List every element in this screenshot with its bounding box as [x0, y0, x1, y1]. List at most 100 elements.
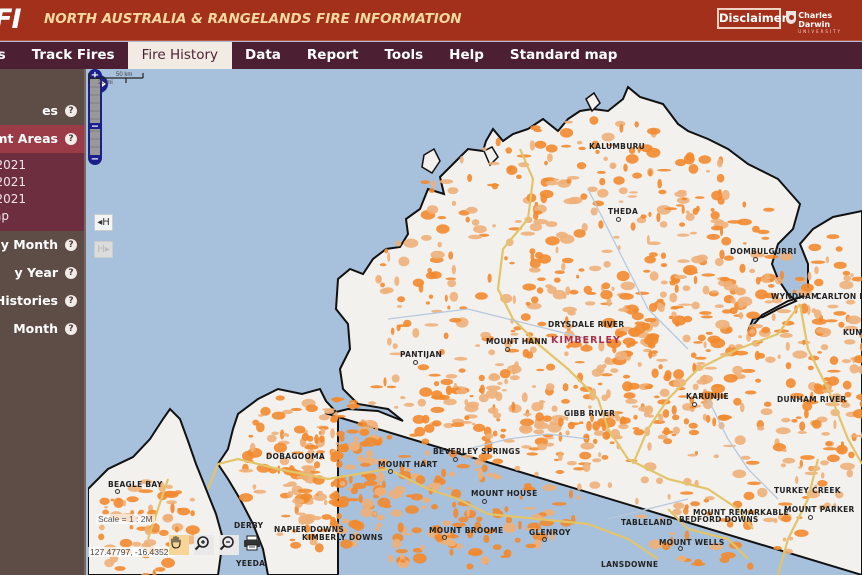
nav-fire-history[interactable]: Fire History — [127, 42, 232, 69]
fire-scar — [723, 255, 735, 261]
help-icon[interactable]: ? — [65, 267, 77, 279]
nav-report[interactable]: Report — [294, 42, 372, 69]
fire-scar — [825, 441, 833, 447]
place-label: MOUNT HOUSE — [471, 489, 538, 498]
fire-scar — [552, 502, 567, 506]
map-viewport[interactable]: KALUMBURU THEDA DOMBULGURRI WYNDHAM CARL… — [88, 69, 862, 575]
fire-scar — [681, 197, 688, 201]
university-logo[interactable]: Charles Darwin UNIVERSITY — [786, 11, 862, 35]
fire-scar — [504, 550, 509, 557]
fire-scar — [715, 319, 730, 330]
fire-scar — [827, 454, 840, 463]
fire-scar — [723, 444, 737, 448]
fire-scar — [580, 442, 595, 450]
sidebar-item-mgmt-areas[interactable]: mt Areas ? — [0, 125, 84, 153]
fire-scar — [717, 414, 732, 420]
cursor-coordinates: 127.47797, -16.43529 — [88, 547, 176, 557]
fire-scar — [591, 368, 603, 377]
zoom-in-tool[interactable] — [194, 535, 214, 555]
help-icon[interactable]: ? — [65, 105, 77, 117]
nav-standard-map[interactable]: Standard map — [497, 42, 631, 69]
sidebar-item-histories[interactable]: Histories ? — [0, 287, 84, 315]
fire-scar — [622, 374, 631, 379]
history-forward-button[interactable]: H▸ — [94, 241, 113, 258]
fire-scar — [761, 236, 770, 240]
nav-track-fires[interactable]: Track Fires — [19, 42, 128, 69]
fire-scar — [507, 165, 513, 172]
nav-help[interactable]: Help — [436, 42, 497, 69]
fire-scar — [449, 548, 454, 556]
pan-hand-tool[interactable] — [169, 535, 189, 555]
fire-scar — [497, 381, 503, 385]
place-label: BEAGLE BAY — [108, 480, 163, 489]
fire-scar — [336, 444, 349, 452]
fire-scar — [281, 514, 291, 518]
sidebar-item-label: mt Areas — [0, 131, 58, 146]
site-logo[interactable]: FI — [0, 4, 21, 35]
fire-scar — [482, 147, 487, 152]
fire-scar — [660, 263, 668, 268]
fire-scar — [592, 438, 598, 444]
sidebar-subitem[interactable]: - 2021 — [0, 174, 84, 191]
fire-scar — [394, 276, 400, 287]
fire-scar — [537, 277, 546, 281]
print-tool[interactable] — [243, 535, 263, 555]
sidebar-item-by-year[interactable]: y Year ? — [0, 259, 84, 287]
fire-scar — [336, 430, 345, 437]
nav-tools[interactable]: Tools — [372, 42, 437, 69]
fire-scar — [110, 498, 115, 502]
place-label: DUNHAM RIVER — [777, 395, 847, 404]
fire-scar — [380, 282, 385, 288]
fire-scar — [451, 200, 457, 206]
fire-scar — [738, 335, 742, 339]
fire-scar — [376, 514, 386, 521]
fire-scar — [569, 289, 579, 295]
help-icon[interactable]: ? — [65, 295, 77, 307]
fire-scar — [353, 436, 359, 441]
fire-scar — [448, 251, 454, 260]
sidebar-item-month[interactable]: Month ? — [0, 315, 84, 343]
fire-scar — [531, 385, 537, 388]
fire-scar — [559, 234, 575, 244]
zoom-out-tool[interactable] — [219, 535, 239, 555]
help-icon[interactable]: ? — [65, 323, 77, 335]
fire-scar — [331, 397, 345, 402]
fire-scar — [623, 163, 628, 172]
fire-scar — [743, 242, 747, 245]
sidebar-subitem[interactable]: ap — [0, 208, 84, 225]
fire-scar — [446, 540, 457, 547]
fire-scar — [659, 291, 667, 298]
sidebar-subitem[interactable]: - 2021 — [0, 191, 84, 208]
fire-scar — [544, 160, 548, 166]
fire-scar — [705, 414, 711, 423]
fire-scar — [523, 507, 537, 510]
nav-data[interactable]: Data — [232, 42, 294, 69]
fire-scar — [719, 249, 725, 260]
fire-scar — [561, 399, 570, 404]
fire-scar — [459, 156, 464, 164]
disclaimer-button[interactable]: Disclaimer — [717, 8, 787, 29]
fire-scar — [555, 246, 559, 254]
help-icon[interactable]: ? — [65, 239, 77, 251]
fire-scar — [663, 373, 671, 382]
history-back-button[interactable]: ◂H — [94, 214, 113, 231]
help-icon[interactable]: ? — [65, 133, 77, 145]
fire-scar — [433, 381, 440, 387]
fire-scar — [390, 509, 402, 517]
fire-scar — [765, 356, 776, 363]
sidebar-item-by-month[interactable]: y Month ? — [0, 231, 84, 259]
nav-maps[interactable]: ps — [0, 42, 19, 69]
fire-scar — [827, 369, 841, 373]
map-canvas[interactable] — [88, 69, 862, 575]
fire-scar — [472, 550, 481, 556]
place-label: MOUNT PARKER — [784, 505, 855, 514]
fire-scar — [458, 368, 466, 373]
fire-scar — [807, 365, 814, 371]
fire-scar — [813, 383, 822, 391]
sidebar-subitem[interactable]: - 2021 — [0, 157, 84, 174]
fire-scar — [409, 433, 419, 437]
fire-scar — [674, 284, 679, 293]
fire-scar — [567, 311, 576, 316]
sidebar-item-fire-scar-images[interactable]: es ? — [0, 97, 84, 125]
fire-scar — [292, 498, 304, 505]
